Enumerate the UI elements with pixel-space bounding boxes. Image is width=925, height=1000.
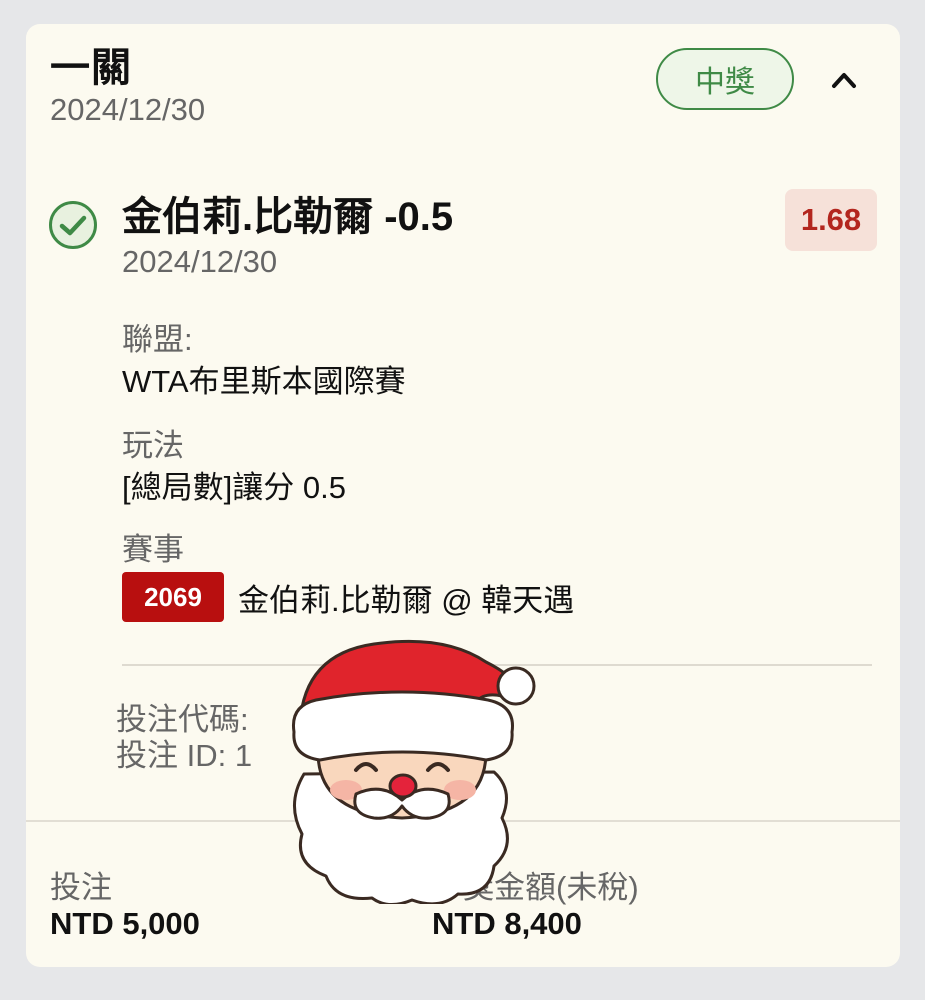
odds-badge: 1.68 (785, 189, 877, 251)
status-badge-label: 中獎 (695, 66, 755, 99)
chevron-up-icon (832, 73, 856, 88)
bet-code-line: 投注代碼: (116, 702, 249, 737)
collapse-button[interactable] (822, 58, 866, 102)
check-circle-icon (49, 201, 97, 249)
selection-date: 2024/12/30 (122, 244, 278, 279)
stake-value: NTD 5,000 (50, 906, 200, 941)
bet-date: 2024/12/30 (50, 92, 206, 127)
league-label: 聯盟: (122, 322, 193, 357)
event-name: 金伯莉.比勒爾 @ 韓天遇 (238, 582, 575, 618)
bet-id-line: 投注 ID: 1 (116, 738, 253, 773)
market-value: [總局數]讓分 0.5 (122, 470, 346, 505)
payout-value: NTD 8,400 (432, 906, 582, 941)
league-value: WTA布里斯本國際賽 (122, 364, 406, 399)
market-label: 玩法 (122, 428, 184, 463)
santa-sticker (291, 639, 536, 904)
event-label: 賽事 (122, 532, 184, 567)
bet-type-title: 一關 (50, 46, 132, 90)
stake-label: 投注 (50, 870, 112, 905)
bet-slip-card: 一關 2024/12/30 中獎 金伯莉.比勒爾 -0.5 2024/12/30… (26, 24, 900, 967)
event-code-badge: 2069 (122, 572, 224, 622)
odds-value: 1.68 (800, 202, 862, 237)
selection-title: 金伯莉.比勒爾 -0.5 (122, 195, 454, 239)
status-badge: 中獎 (656, 48, 794, 110)
